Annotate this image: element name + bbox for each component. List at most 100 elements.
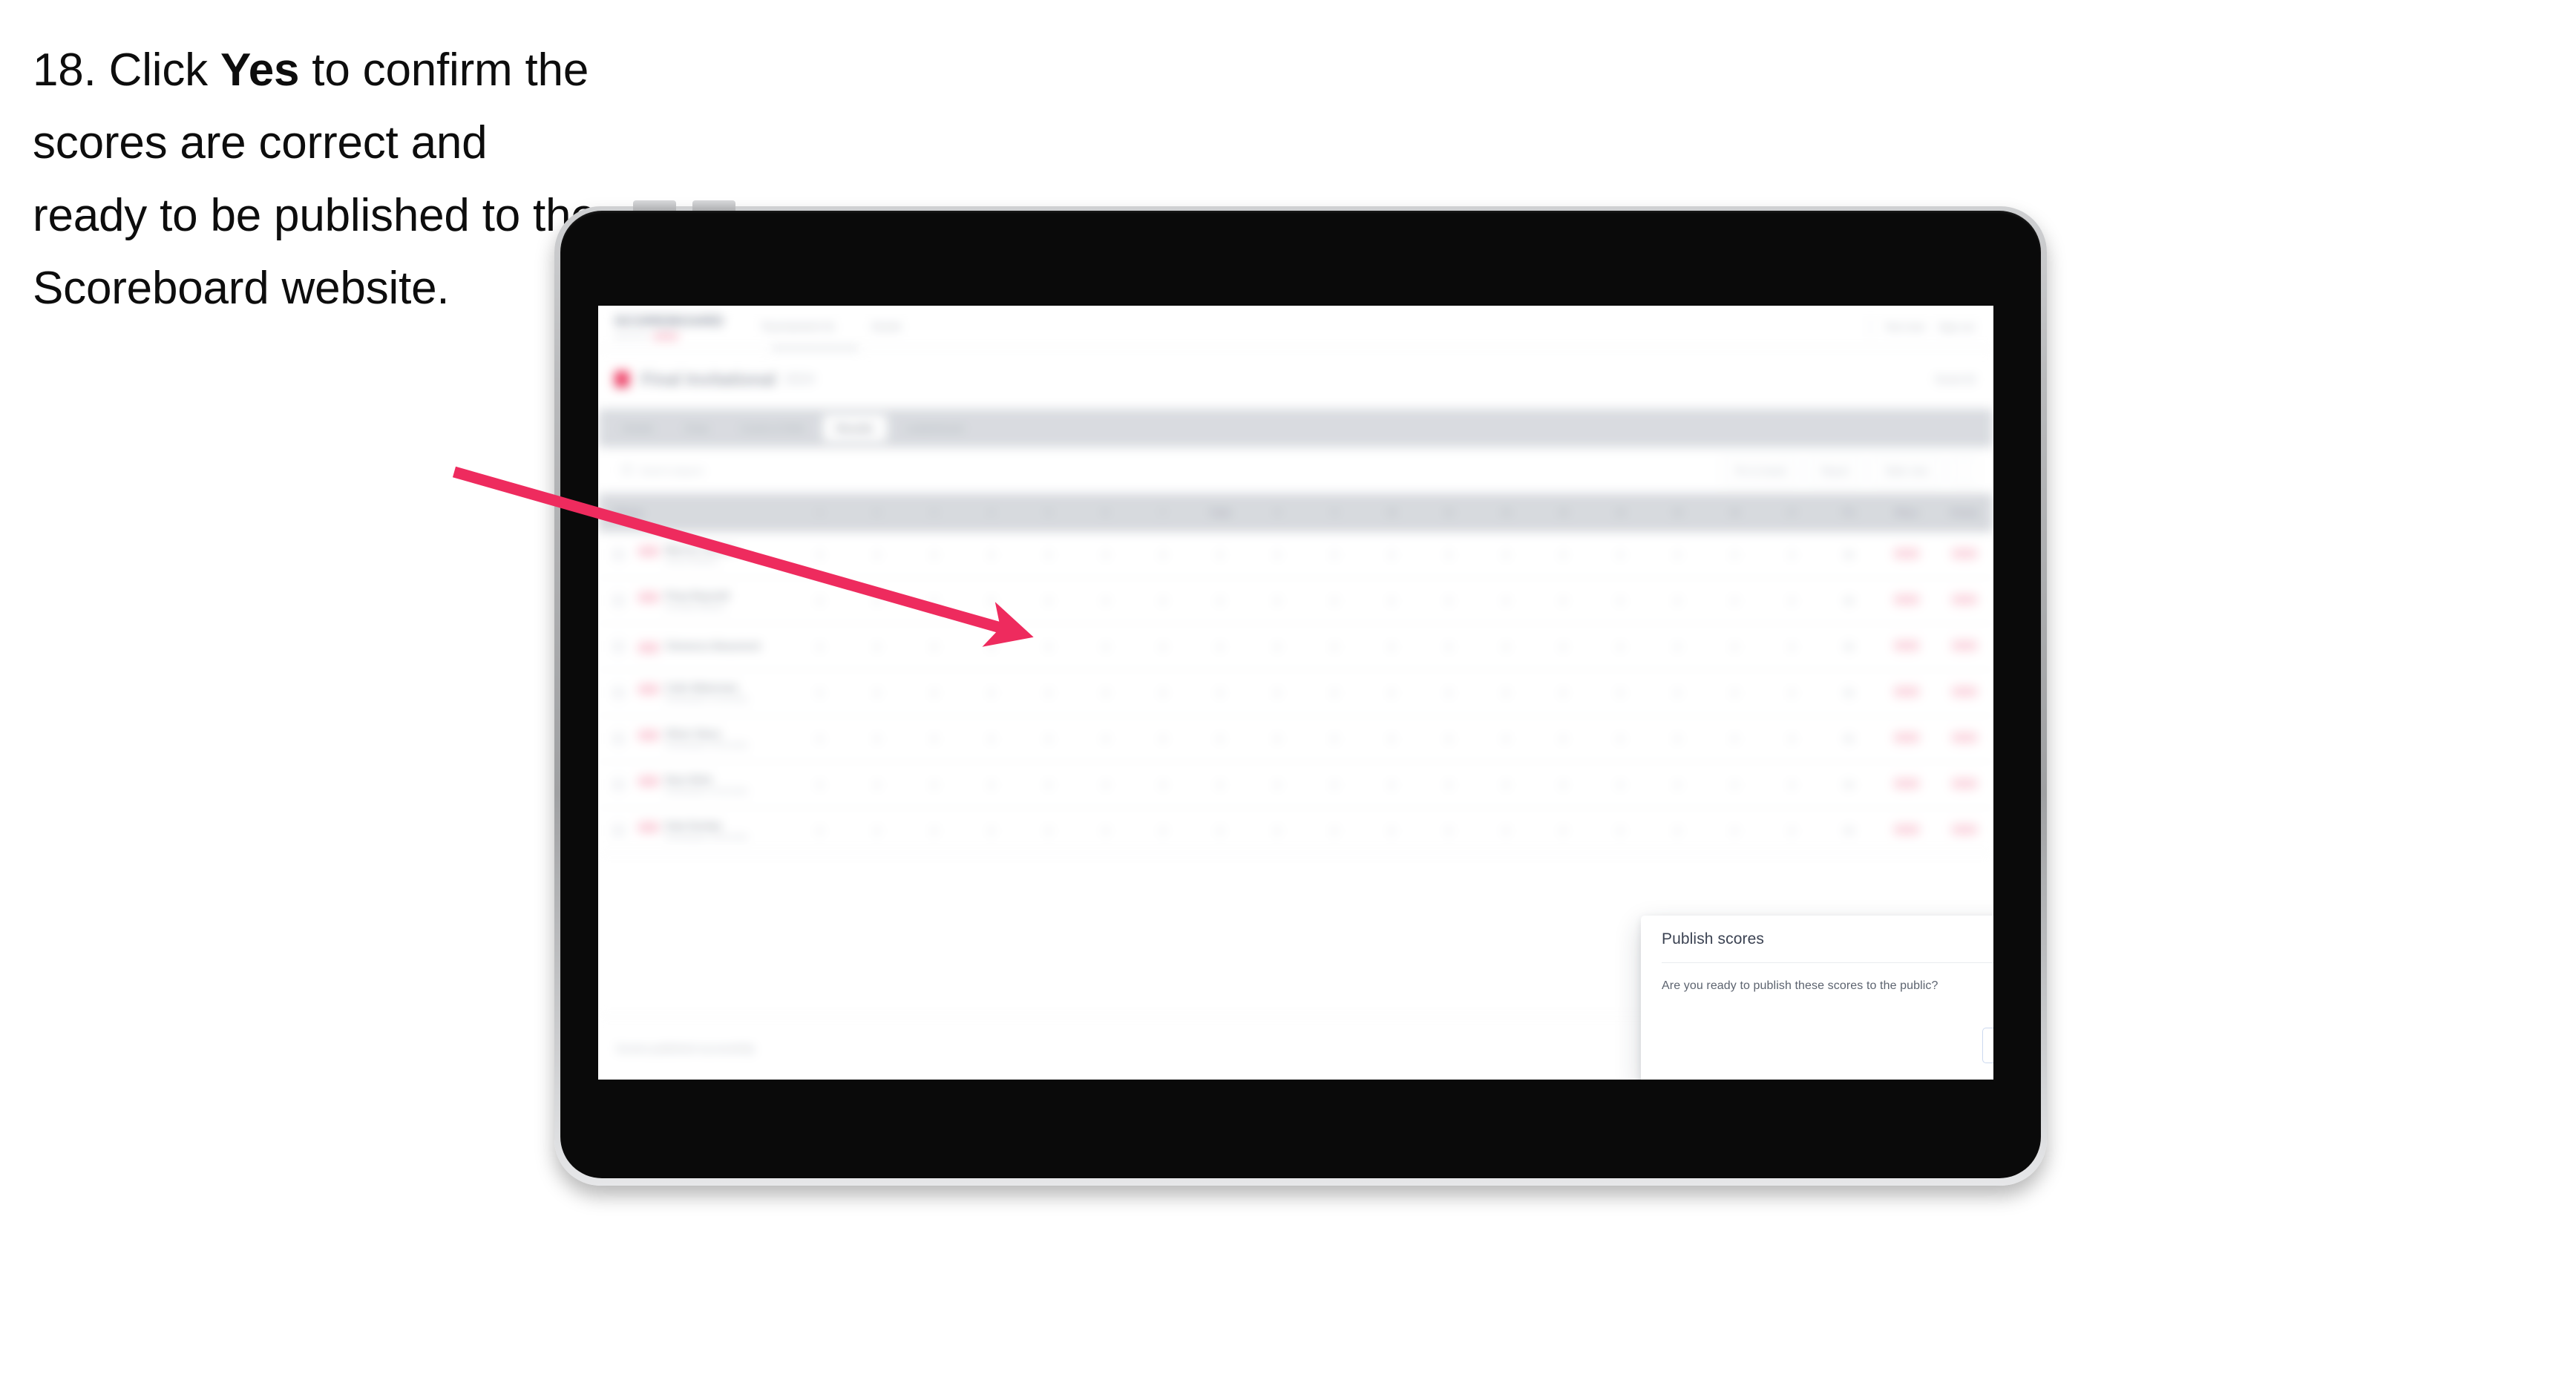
brand-logo[interactable]: SCOREBOARD powered by [614,314,724,340]
row-checkbox[interactable] [598,549,638,560]
table-row[interactable]: Noor Brite Northampton Community 4 4 4 4 4 4 4 4 4… [598,762,1993,808]
score-cell[interactable]: 4 [1649,780,1706,790]
score-cell[interactable]: 4 [1248,688,1305,698]
score-cell[interactable]: 4 [1134,550,1191,560]
topnav-item-tournament[interactable]: Tournament 01 [761,321,835,333]
score-cell[interactable]: 4 [1305,550,1363,560]
score-cell[interactable]: 4 [791,642,848,652]
score-cell[interactable]: 4 [1191,596,1248,606]
score-cell[interactable]: 4 [1535,550,1592,560]
cancel-button[interactable]: Cancel [1982,1028,1993,1063]
score-cell[interactable]: 4 [791,780,848,790]
score-cell[interactable]: 4 [1191,780,1248,790]
score-cell[interactable]: 4 [1706,596,1763,606]
score-cell[interactable]: 4 [1363,550,1420,560]
score-cell[interactable]: 4 [1248,642,1305,652]
score-cell[interactable]: 4 [1592,688,1649,698]
score-cell[interactable]: 4 [1478,688,1535,698]
score-cell[interactable]: 4 [963,826,1020,836]
tab-draw[interactable]: Draw [672,415,723,441]
score-cell[interactable]: 4 [1077,780,1134,790]
tab-leaderboard[interactable]: Leaderboard [891,415,977,441]
score-cell[interactable]: 4 [1763,826,1820,836]
score-cell[interactable]: 4 [1649,596,1706,606]
score-cell[interactable]: 4 [1649,826,1706,836]
score-cell[interactable]: 4 [848,780,905,790]
score-cell[interactable]: 4 [848,734,905,744]
score-cell[interactable]: 4 [1592,596,1649,606]
score-cell[interactable]: 4 [905,780,963,790]
score-cell[interactable]: 4 [1077,734,1134,744]
score-cell[interactable]: 4 [1535,688,1592,698]
score-cell[interactable]: 4 [1763,550,1820,560]
tab-courts-refs[interactable]: Courts & Refs [727,415,818,441]
score-cell[interactable]: 4 [848,642,905,652]
score-cell[interactable]: 4 [1191,642,1248,652]
score-cell[interactable]: 4 [905,734,963,744]
score-cell[interactable]: 4 [848,688,905,698]
score-cell[interactable]: 4 [1592,642,1649,652]
score-cell[interactable]: 4 [1134,642,1191,652]
score-cell[interactable]: 4 [1535,826,1592,836]
score-cell[interactable]: 4 [1191,550,1248,560]
score-cell[interactable]: 4 [1248,596,1305,606]
score-cell[interactable]: 4 [1020,688,1077,698]
score-cell[interactable]: 4 [1305,734,1363,744]
score-cell[interactable]: 4 [1535,642,1592,652]
score-cell[interactable]: 4 [791,596,848,606]
score-cell[interactable]: 4 [1763,780,1820,790]
score-cell[interactable]: 4 [963,642,1020,652]
search-input[interactable]: Search players [614,458,1714,483]
score-cell[interactable]: 4 [1535,734,1592,744]
score-cell[interactable]: 4 [1420,642,1478,652]
score-cell[interactable]: 4 [1248,734,1305,744]
score-cell[interactable]: 4 [1763,642,1820,652]
score-cell[interactable]: 4 [1363,780,1420,790]
table-row[interactable]: Clemence Beaumont 4 4 4 4 4 4 4 4 4 4 4 4 4 4 4 4 4 4 96 [598,624,1993,670]
score-cell[interactable]: 4 [1305,780,1363,790]
score-cell[interactable]: 4 [791,826,848,836]
score-cell[interactable]: 4 [1248,550,1305,560]
score-cell[interactable]: 4 [1420,596,1478,606]
score-cell[interactable]: 4 [1363,642,1420,652]
row-checkbox[interactable] [598,825,638,836]
score-cell[interactable]: 4 [1649,642,1706,652]
score-cell[interactable]: 4 [1134,826,1191,836]
table-row[interactable]: Marcus Torrent Harrow Athletics 4 4 4 4 4 4 4 4 4 4… [598,532,1993,578]
score-cell[interactable]: 4 [1020,780,1077,790]
more-options-icon[interactable]: ⋮ [1950,457,1977,484]
table-row[interactable]: Colin Waterman Northampton Community 4 4 4 4 4… [598,670,1993,716]
volume-down-button[interactable] [692,200,735,211]
score-cell[interactable]: 4 [963,550,1020,560]
score-cell[interactable]: 4 [905,596,963,606]
score-cell[interactable]: 4 [1420,550,1478,560]
score-cell[interactable]: 4 [1134,780,1191,790]
score-cell[interactable]: 4 [1478,780,1535,790]
score-cell[interactable]: 4 [1305,596,1363,606]
pin-to-board-button[interactable]: Pin to board [1722,457,1800,484]
score-cell[interactable]: 4 [1191,688,1248,698]
score-cell[interactable]: 4 [905,826,963,836]
score-cell[interactable]: 4 [1248,826,1305,836]
score-cell[interactable]: 4 [1077,826,1134,836]
score-cell[interactable]: 4 [1363,596,1420,606]
score-cell[interactable]: 4 [1649,550,1706,560]
score-cell[interactable]: 4 [1706,550,1763,560]
score-cell[interactable]: 4 [1191,826,1248,836]
score-cell[interactable]: 4 [1420,734,1478,744]
score-cell[interactable]: 4 [1478,642,1535,652]
score-cell[interactable]: 4 [1305,642,1363,652]
score-cell[interactable]: 4 [1077,642,1134,652]
table-row[interactable]: Kate Dunlap Northampton Community 4 4 4 4 4 4 4 4… [598,808,1993,854]
score-cell[interactable]: 4 [1248,780,1305,790]
score-cell[interactable]: 4 [1363,734,1420,744]
score-cell[interactable]: 4 [963,688,1020,698]
score-cell[interactable]: 4 [791,688,848,698]
score-cell[interactable]: 4 [1077,688,1134,698]
score-cell[interactable]: 4 [1305,826,1363,836]
score-cell[interactable]: 4 [1592,780,1649,790]
score-cell[interactable]: 4 [848,826,905,836]
score-cell[interactable]: 4 [1020,642,1077,652]
score-cell[interactable]: 4 [1134,596,1191,606]
score-cell[interactable]: 4 [905,642,963,652]
